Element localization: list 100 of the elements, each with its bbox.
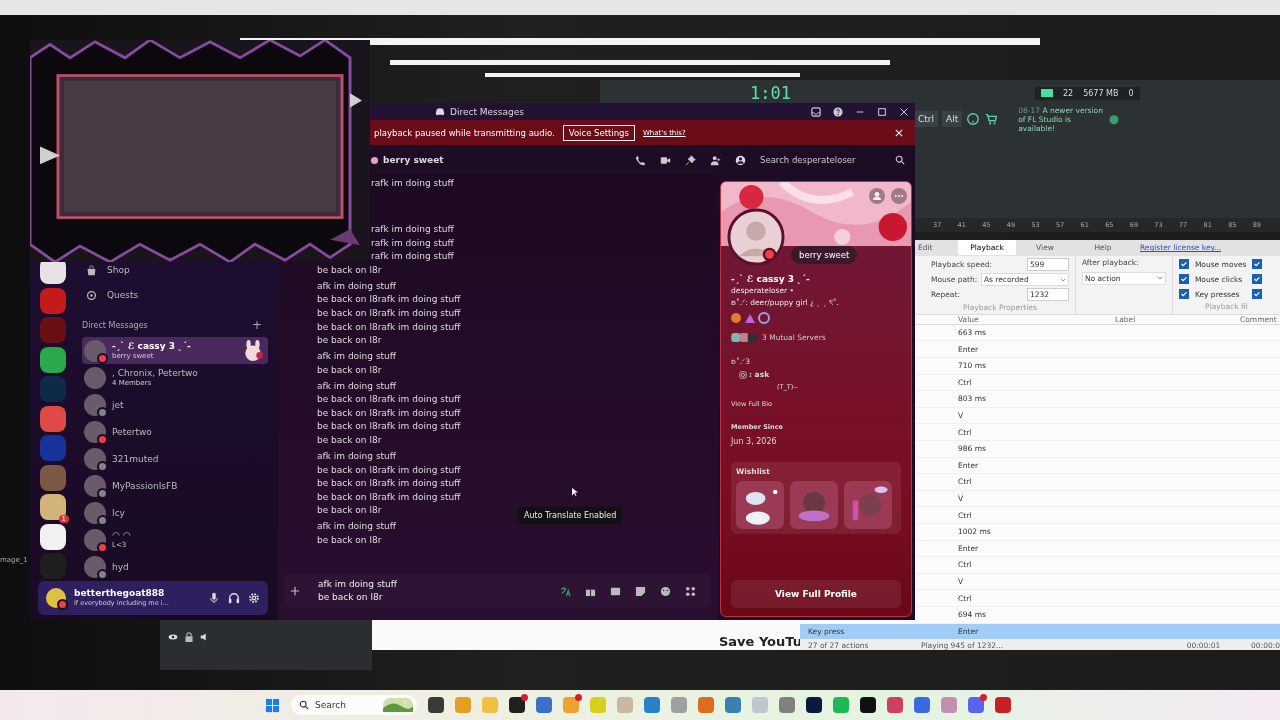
key-toggle[interactable]: Ctrl (914, 111, 938, 127)
sticker-icon[interactable] (635, 585, 646, 597)
avatar (84, 366, 106, 389)
settings-icon[interactable] (248, 592, 260, 604)
message-text: be back on l8rafk im doing stuff (317, 406, 461, 420)
wishlist-item[interactable] (736, 481, 784, 529)
help-icon[interactable] (833, 106, 843, 117)
chat-title: berry sweet (383, 155, 444, 165)
message-text: be back on l8rafk im doing stuff (317, 477, 461, 491)
message-text: rafk im doing stuff (371, 236, 454, 250)
start-icon[interactable] (265, 697, 280, 713)
wishlist-item[interactable] (844, 481, 892, 529)
bunny-sticker-icon (242, 339, 264, 362)
video-camera-icon[interactable] (660, 154, 671, 166)
checkbox[interactable] (1252, 259, 1263, 270)
globe-icon[interactable] (1108, 113, 1121, 125)
conversation-item[interactable]: hyd (82, 553, 268, 581)
server-icon[interactable] (40, 523, 66, 550)
phone-icon[interactable] (635, 154, 646, 166)
translate-icon[interactable] (560, 585, 571, 597)
message-text: be back on l8r (317, 504, 382, 518)
section-heading: Direct Messages (82, 320, 148, 330)
memory-value: 5677 MB (1083, 88, 1119, 98)
window-title: Direct Messages (435, 106, 524, 117)
view-profile-button[interactable]: View Full Profile (731, 580, 901, 608)
message-text: afk im doing stuff (317, 279, 396, 293)
server-icon[interactable] (40, 346, 66, 373)
chevron-icon (1156, 276, 1163, 281)
message-text: rafk im doing stuff (371, 177, 454, 190)
plus-icon[interactable] (290, 586, 300, 596)
taskbar-app-icon[interactable] (806, 697, 822, 713)
tooltip: Auto Translate Enabled (518, 507, 623, 524)
message-input[interactable]: afk im doing stuff be back on l8r (284, 574, 710, 608)
polyphony-value: 0 (1128, 88, 1134, 98)
notice-text: playback paused while transmitting audio. (374, 127, 555, 138)
close-icon[interactable] (899, 106, 909, 117)
conversation-item[interactable]: jet (82, 391, 268, 419)
message-text: be back on l8rafk im doing stuff (317, 306, 461, 320)
user-name: Petertwo (112, 427, 152, 437)
voice-settings-button[interactable]: Voice Settings (562, 124, 635, 141)
checkbox[interactable] (1252, 289, 1263, 300)
cart-icon[interactable] (984, 112, 999, 126)
page-heading: Save YouTu (718, 634, 802, 650)
taskbar-app-icon[interactable] (860, 697, 876, 713)
checkbox[interactable] (1178, 274, 1189, 285)
message-text: be back on l8rafk im doing stuff (317, 463, 461, 477)
eye-icon[interactable] (168, 632, 178, 642)
user-profile-icon[interactable] (735, 154, 746, 166)
compass-icon (86, 289, 97, 301)
shop-icon (86, 264, 97, 276)
search-field[interactable]: Search (291, 695, 417, 715)
message-text: be back on l8rafk im doing stuff (317, 490, 461, 504)
more-icon[interactable] (891, 188, 907, 204)
add-user-icon[interactable] (710, 154, 721, 166)
cpu-value: 22 (1062, 88, 1074, 98)
search-field[interactable]: Search desperateloser (760, 155, 905, 165)
help-icon[interactable] (966, 112, 981, 126)
emoji-icon[interactable] (660, 585, 671, 597)
key-toggle[interactable]: Alt (942, 111, 963, 127)
conversation-item[interactable]: Icy (82, 499, 268, 527)
chat-app-icon (435, 107, 445, 116)
conversation-item[interactable]: 321muted (82, 445, 268, 473)
message-text: be back on l8rafk im doing stuff (317, 420, 461, 434)
taskbar-app-icon[interactable] (428, 697, 444, 713)
user-name: Icy (112, 508, 125, 519)
chevron-icon (1059, 277, 1066, 282)
join-date: Jun 3, 2026 (731, 437, 778, 446)
checkbox[interactable] (1178, 259, 1189, 270)
nav-item[interactable]: Quests (82, 282, 268, 308)
conversation-item[interactable]: MyPassionIsFB (82, 472, 268, 500)
taskbar-app-icon[interactable] (563, 697, 579, 713)
message-text: be back on l8rafk im doing stuff (317, 320, 461, 334)
conversation-item[interactable]: Petertwo (82, 418, 268, 446)
apps-icon[interactable] (685, 585, 696, 597)
maximize-icon[interactable] (877, 106, 887, 117)
message-text: be back on l8rafk im doing stuff (317, 393, 461, 407)
inbox-icon[interactable] (811, 106, 821, 117)
microphone-icon[interactable] (208, 592, 220, 604)
gif-icon[interactable] (610, 585, 621, 597)
lock-icon[interactable] (184, 632, 194, 642)
flower-icon (370, 155, 379, 165)
message-text: be back on l8r (317, 534, 382, 547)
user-name: , Chronix, Petertwo (112, 367, 198, 378)
taskbar-app-icon[interactable] (509, 697, 525, 713)
checkbox[interactable] (1252, 274, 1263, 285)
message-text: be back on l8r (317, 434, 382, 448)
server-icons-drawing (731, 332, 759, 343)
nav-item[interactable]: Shop (82, 258, 268, 283)
message-text: be back on l8rafk im doing stuff (317, 293, 461, 307)
search-icon (895, 155, 905, 165)
display-name: -ˏˋ ℰ cassy 3 ˎˊ- (731, 274, 811, 284)
message-text: afk im doing stuff (317, 520, 396, 534)
message-text: afk im doing stuff (317, 350, 396, 364)
message-text: afk im doing stuff (317, 450, 396, 464)
pin-icon[interactable] (685, 154, 696, 166)
headphones-icon[interactable] (228, 592, 240, 604)
checkbox[interactable] (1178, 289, 1189, 300)
add-button[interactable]: + (251, 318, 262, 333)
wishlist-item[interactable] (790, 481, 838, 529)
status-bubble: berry sweet (791, 246, 858, 264)
